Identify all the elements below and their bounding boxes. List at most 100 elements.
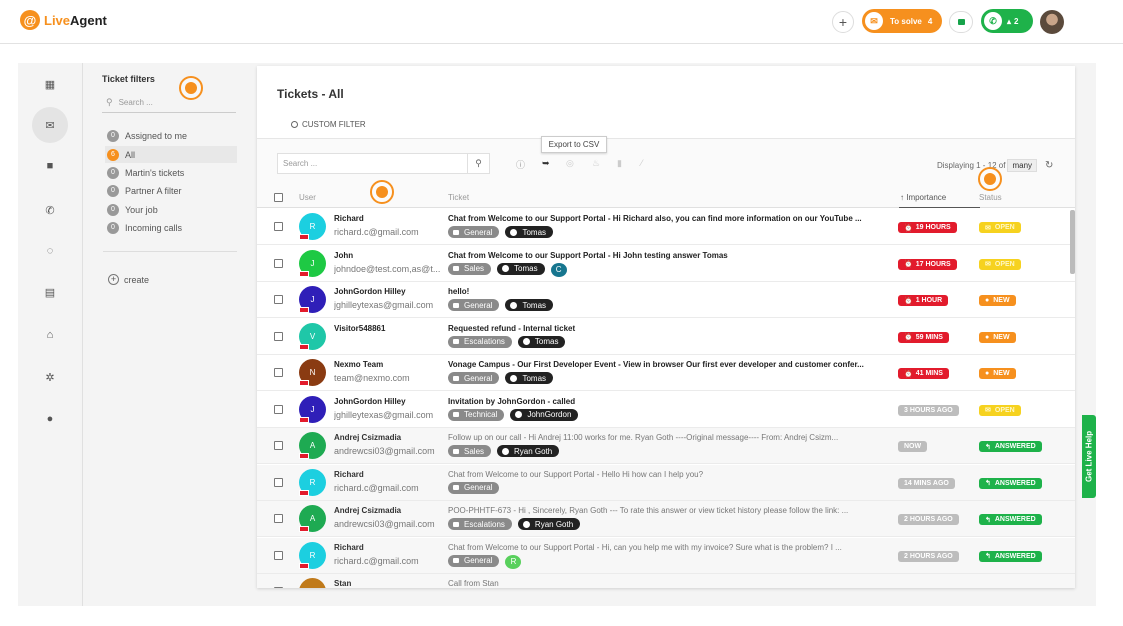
- hint-hotspot[interactable]: [370, 180, 394, 204]
- department-label: Technical: [464, 410, 498, 419]
- ticket-subject[interactable]: Chat from Welcome to our Support Portal …: [448, 214, 893, 223]
- row-checkbox[interactable]: [274, 331, 283, 341]
- filter-item-partner[interactable]: 0 Partner A filter: [105, 182, 237, 199]
- customer-name[interactable]: Visitor548861: [334, 324, 385, 333]
- row-checkbox[interactable]: [274, 514, 283, 523]
- filters-search-input[interactable]: ⚲ Search ...: [102, 93, 236, 113]
- customer-name[interactable]: JohnGordon Hilley: [334, 287, 406, 296]
- table-row[interactable]: V Visitor548861 Requested refund - Interna…: [257, 318, 1075, 355]
- refresh-icon[interactable]: ↻: [1045, 160, 1053, 171]
- wand-icon[interactable]: ⁄: [641, 158, 643, 168]
- customer-name[interactable]: Andrej Csizmadia: [334, 506, 401, 515]
- search-icon[interactable]: ⚲: [467, 154, 489, 173]
- row-checkbox[interactable]: [274, 295, 283, 304]
- settings-icon[interactable]: ✲: [32, 359, 68, 395]
- plugins-icon[interactable]: ●: [32, 401, 68, 437]
- chat-icon[interactable]: ■: [32, 148, 68, 184]
- live-help-button[interactable]: Get Live Help: [1082, 415, 1096, 498]
- filter-label: Your job: [125, 204, 158, 215]
- column-ticket[interactable]: Ticket: [448, 193, 469, 202]
- phone-icon[interactable]: ✆: [32, 192, 68, 228]
- filter-item-your-job[interactable]: 0 Your job: [105, 201, 237, 218]
- column-status[interactable]: Status: [979, 193, 1002, 202]
- table-row[interactable]: R Richard richard.c@gmail.com Chat from Wel…: [257, 209, 1075, 245]
- alarm-icon: ⏰: [904, 370, 913, 378]
- row-checkbox[interactable]: [274, 222, 283, 231]
- department-tag: General: [448, 299, 500, 311]
- filter-item-all[interactable]: 6 All: [105, 146, 237, 163]
- tickets-search-input[interactable]: Search ... ⚲: [277, 153, 490, 174]
- select-all-checkbox[interactable]: [274, 193, 283, 202]
- tickets-icon[interactable]: ✉: [32, 107, 68, 143]
- filter-item-martins[interactable]: 0 Martin's tickets: [105, 164, 237, 181]
- table-row[interactable]: J JohnGordon Hilley jghilleytexas@gmail.co…: [257, 391, 1075, 428]
- row-checkbox[interactable]: [274, 477, 283, 487]
- to-solve-button[interactable]: ✉ To solve 4: [862, 9, 942, 33]
- ticket-subject[interactable]: Follow up on our call - Hi Andrej 11:00 …: [448, 433, 893, 442]
- displaying-total[interactable]: many: [1007, 159, 1038, 172]
- filter-item-assigned[interactable]: 0 Assigned to me: [105, 127, 237, 144]
- export-icon[interactable]: ➥: [542, 158, 550, 169]
- calls-status-button[interactable]: ✆ ▴ 2: [981, 9, 1033, 33]
- column-importance[interactable]: ↑ Importance: [899, 187, 980, 208]
- check-icon[interactable]: ◎: [566, 158, 574, 169]
- customer-name[interactable]: Richard: [334, 543, 364, 552]
- table-row[interactable]: R Richard richard.c@gmail.com Chat from Wel…: [257, 464, 1075, 501]
- info-icon[interactable]: ⓘ: [516, 158, 525, 171]
- ticket-subject[interactable]: Chat from Welcome to our Support Portal …: [448, 543, 893, 552]
- dashboard-icon[interactable]: ▦: [32, 66, 68, 102]
- customer-name[interactable]: John: [334, 251, 353, 260]
- importance-badge: ⏰ 17 HOURS: [898, 258, 957, 270]
- table-row[interactable]: A Andrej Csizmadia andrewcsi03@gmail.com PO…: [257, 501, 1075, 537]
- create-filter-button[interactable]: + create: [108, 274, 149, 285]
- customer-name[interactable]: Richard: [334, 214, 364, 223]
- table-row[interactable]: S Stan Call from Stan: [257, 574, 1075, 588]
- customer-name[interactable]: Nexmo Team: [334, 360, 383, 369]
- column-user[interactable]: User: [299, 193, 316, 202]
- table-row[interactable]: A Andrej Csizmadia andrewcsi03@gmail.com Fo…: [257, 428, 1075, 464]
- customer-name[interactable]: Richard: [334, 470, 364, 479]
- contacts-icon[interactable]: ▤: [32, 274, 68, 310]
- trash-icon[interactable]: ▮: [617, 158, 622, 169]
- flag-icon: [299, 416, 309, 423]
- table-row[interactable]: J John johndoe@test.com,as@t... Chat from W…: [257, 245, 1075, 282]
- ticket-subject[interactable]: Chat from Welcome to our Support Portal …: [448, 251, 893, 260]
- ticket-subject[interactable]: Invitation by JohnGordon - called: [448, 397, 893, 406]
- ticket-subject[interactable]: hello!: [448, 287, 893, 296]
- brand-agent: Agent: [70, 12, 107, 28]
- table-row[interactable]: J JohnGordon Hilley jghilleytexas@gmail.co…: [257, 282, 1075, 318]
- ticket-subject[interactable]: Requested refund - Internal ticket: [448, 324, 893, 333]
- row-checkbox[interactable]: [274, 550, 283, 560]
- importance-label: NOW: [904, 443, 922, 450]
- importance-badge: ⏰ 59 MINS: [898, 331, 949, 343]
- hint-hotspot[interactable]: [179, 76, 203, 100]
- add-icon[interactable]: +: [832, 11, 854, 33]
- knowledgebase-icon[interactable]: ⌂: [32, 317, 68, 353]
- hint-hotspot[interactable]: [978, 167, 1002, 191]
- row-checkbox[interactable]: [274, 587, 283, 588]
- row-checkbox[interactable]: [274, 404, 283, 414]
- ticket-subject[interactable]: Call from Stan: [448, 579, 893, 588]
- logo[interactable]: @ LiveAgent: [20, 10, 107, 30]
- scrollbar[interactable]: [1070, 210, 1075, 274]
- fire-icon[interactable]: ♨: [592, 158, 600, 169]
- customer-name[interactable]: Stan: [334, 579, 351, 588]
- filter-item-incoming-calls[interactable]: 0 Incoming calls: [105, 219, 237, 236]
- ticket-subject[interactable]: POO-PHHTF-673 - Hi , Sincerely, Ryan Got…: [448, 506, 893, 515]
- ticket-tags: Escalations Tomas: [448, 335, 566, 348]
- user-avatar[interactable]: [1040, 10, 1064, 34]
- importance-badge: ⏰ 19 HOURS: [898, 222, 957, 233]
- row-checkbox[interactable]: [274, 368, 283, 377]
- reports-icon[interactable]: ◌: [32, 233, 68, 269]
- agent-label: Tomas: [522, 373, 547, 383]
- ticket-subject[interactable]: Chat from Welcome to our Support Portal …: [448, 470, 893, 479]
- table-row[interactable]: N Nexmo Team team@nexmo.com Vonage Campus -…: [257, 355, 1075, 391]
- custom-filter-button[interactable]: CUSTOM FILTER: [291, 120, 366, 129]
- customer-name[interactable]: JohnGordon Hilley: [334, 397, 406, 406]
- chat-status-button[interactable]: [949, 11, 973, 33]
- table-row[interactable]: R Richard richard.c@gmail.com Chat from Wel…: [257, 537, 1075, 574]
- ticket-subject[interactable]: Vonage Campus - Our First Developer Even…: [448, 360, 893, 369]
- customer-name[interactable]: Andrej Csizmadia: [334, 433, 401, 442]
- row-checkbox[interactable]: [274, 258, 283, 268]
- row-checkbox[interactable]: [274, 441, 283, 450]
